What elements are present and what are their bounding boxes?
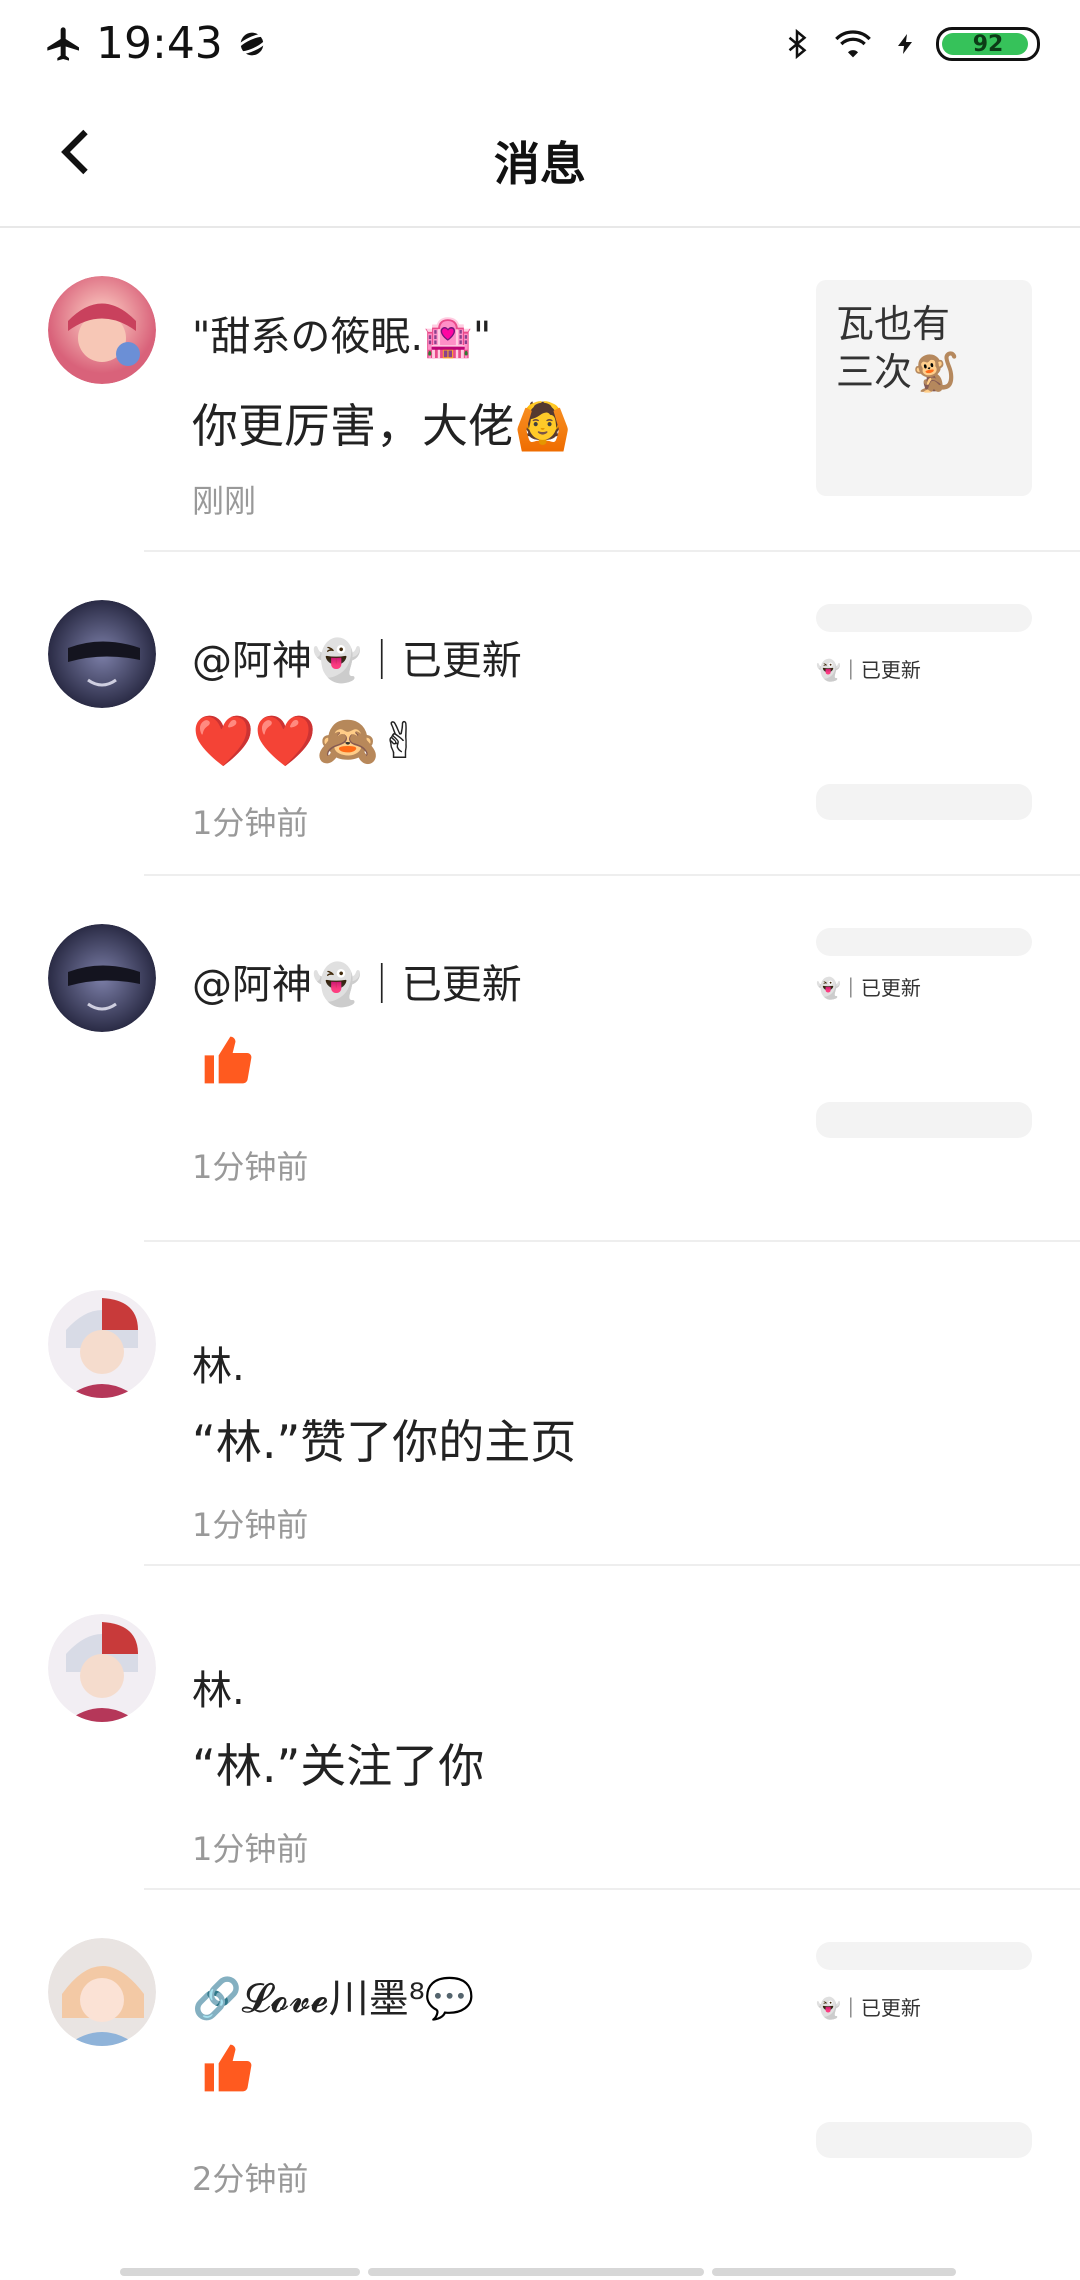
thumbnail-placeholder	[816, 1942, 1032, 1970]
message-time: 1分钟前	[192, 1830, 309, 1868]
thumbnail-text: 👻｜已更新	[816, 1996, 921, 2020]
airplane-icon	[47, 26, 79, 61]
post-thumbnail[interactable]: 👻｜已更新	[816, 928, 1032, 1144]
page-title: 消息	[494, 137, 586, 191]
planet-icon	[234, 32, 269, 55]
message-time: 1分钟前	[192, 1148, 309, 1186]
bluetooth-icon	[788, 28, 807, 60]
wifi-icon	[835, 30, 871, 58]
message-time: 1分钟前	[192, 1506, 309, 1544]
thumbnail-placeholder	[816, 604, 1032, 632]
post-thumbnail[interactable]: 👻｜已更新	[816, 604, 1032, 820]
header: 消息	[0, 90, 1080, 228]
message-text: “林.”赞了你的主页	[192, 1415, 577, 1469]
message-text: ❤️❤️🙈✌	[192, 712, 421, 770]
message-time: 刚刚	[192, 482, 257, 520]
message-item[interactable]: 林. “林.”赞了你的主页 1分钟前	[0, 1242, 1080, 1566]
thumbs-up-icon	[204, 2044, 252, 2092]
avatar[interactable]	[48, 600, 156, 708]
message-item[interactable]: @阿神👻｜已更新 1分钟前 👻｜已更新	[0, 876, 1080, 1242]
message-item[interactable]: @阿神👻｜已更新 ❤️❤️🙈✌ 1分钟前 👻｜已更新	[0, 552, 1080, 876]
sender-name: 林.	[192, 1344, 245, 1390]
message-time: 1分钟前	[192, 804, 309, 842]
message-text: “林.”关注了你	[192, 1739, 485, 1793]
thumbnail-placeholder	[816, 784, 1032, 820]
message-item[interactable]: 🔗𝓛𝓸𝓿𝓮川墨⁸💬 2分钟前 👻｜已更新	[0, 1890, 1080, 2256]
avatar[interactable]	[48, 1290, 156, 1398]
post-thumbnail[interactable]: 👻｜已更新	[816, 1942, 1032, 2158]
thumbnail-text: 👻｜已更新	[816, 658, 921, 682]
thumbnail-text: 瓦也有 三次🐒	[836, 302, 960, 394]
thumbnail-placeholder	[816, 928, 1032, 956]
message-item[interactable]: 林. “林.”关注了你 1分钟前	[0, 1566, 1080, 1890]
status-bar: 19:43 92	[0, 0, 1080, 90]
avatar[interactable]	[48, 924, 156, 1032]
sender-name: "甜系の筱眠.🏩"	[192, 314, 492, 360]
message-text: 你更厉害，大佬🙆	[192, 399, 572, 453]
thumbs-up-icon	[204, 1036, 252, 1084]
avatar[interactable]	[48, 1938, 156, 2046]
post-thumbnail[interactable]: 瓦也有 三次🐒	[816, 280, 1032, 496]
sender-name: 🔗𝓛𝓸𝓿𝓮川墨⁸💬	[192, 1976, 475, 2022]
thumbnail-text: 👻｜已更新	[816, 976, 921, 1000]
status-time: 19:43	[96, 18, 223, 69]
avatar[interactable]	[48, 1614, 156, 1722]
sender-name: @阿神👻｜已更新	[192, 962, 522, 1008]
thumbnail-placeholder	[816, 2122, 1032, 2158]
message-item[interactable]: "甜系の筱眠.🏩" 你更厉害，大佬🙆 刚刚 瓦也有 三次🐒	[0, 228, 1080, 552]
thumbnail-placeholder	[816, 1102, 1032, 1138]
sender-name: 林.	[192, 1668, 245, 1714]
avatar[interactable]	[48, 276, 156, 384]
battery-level: 92	[972, 31, 1004, 57]
sender-name: @阿神👻｜已更新	[192, 638, 522, 684]
home-indicator	[120, 2268, 960, 2276]
charging-icon	[898, 34, 912, 54]
battery-indicator: 92	[936, 27, 1040, 61]
message-time: 2分钟前	[192, 2160, 309, 2198]
message-list: "甜系の筱眠.🏩" 你更厉害，大佬🙆 刚刚 瓦也有 三次🐒 @阿神👻｜已更新 ❤…	[0, 228, 1080, 2256]
